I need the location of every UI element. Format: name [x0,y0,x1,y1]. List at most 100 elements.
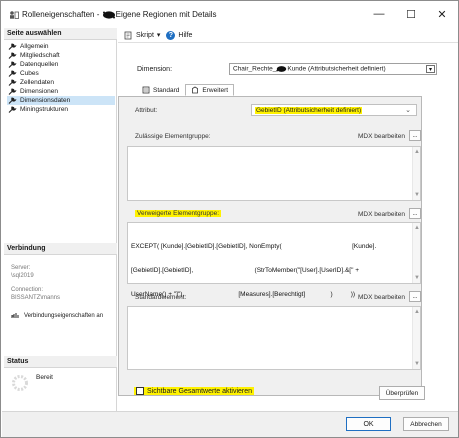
redaction-mark [102,11,115,19]
close-icon: ✕ [437,8,447,21]
connection-header: Verbindung [4,243,117,255]
help-button[interactable]: ? Hilfe [166,30,192,40]
wrench-icon [8,97,17,104]
role-icon [10,11,19,19]
script-label: Skript [136,31,154,39]
page-item-mitgliedschaft[interactable]: Mitgliedschaft [7,51,115,60]
tab-advanced[interactable]: Erweitert [185,84,235,96]
toolbar: Skript ▾ ? Hilfe [118,28,458,43]
help-icon: ? [166,30,176,40]
minimize-icon: — [373,8,385,20]
allowed-scrollbar[interactable]: ▲ ▼ [412,147,420,200]
scroll-up-icon[interactable]: ▲ [413,149,421,155]
script-button[interactable]: Skript ▾ [124,31,160,40]
page-item-label: Datenquellen [20,61,59,68]
check-button[interactable]: Überprüfen [379,386,425,400]
page-item-miningstrukturen[interactable]: Miningstrukturen [7,105,115,114]
left-pane: Seite auswählen Allgemein Mitgliedschaft D… [4,28,117,411]
tab-strip: Standard Erweitert [136,84,235,96]
dialog-footer: OK Abbrechen [2,411,458,437]
pages-header: Seite auswählen [4,28,117,40]
wrench-icon [8,106,17,113]
page-item-cubes[interactable]: Cubes [7,69,115,78]
dimension-dropdown-icon[interactable]: ▾ [426,65,435,73]
visual-totals-option[interactable]: Sichtbare Gesamtwerte aktivieren [134,387,255,395]
allowed-mdx-edit-link[interactable]: MDX bearbeiten [358,133,405,140]
attribute-dropdown-icon: ⌄ [405,107,411,114]
page-item-label: Dimensionen [20,88,58,95]
page-item-zellendaten[interactable]: Zellendaten [7,78,115,87]
page-item-dimensionen[interactable]: Dimensionen [7,87,115,96]
scroll-up-icon[interactable]: ▲ [413,309,421,315]
connection-info: Connection: BISSANTZ\manns [11,286,60,302]
denied-mdx-edit-link[interactable]: MDX bearbeiten [358,211,405,218]
dimension-value-suffix: Kunde (Attributsicherheit definiert) [287,65,386,73]
default-mdx-edit-link[interactable]: MDX bearbeiten [358,294,405,301]
wrench-icon [8,61,17,68]
page-list: Allgemein Mitgliedschaft Datenquellen Cubes… [7,42,115,114]
page-item-label: Allgemein [20,43,49,50]
scroll-down-icon[interactable]: ▼ [413,192,421,198]
advanced-tab-icon [192,86,199,94]
default-scrollbar[interactable]: ▲ ▼ [412,307,420,369]
scroll-up-icon[interactable]: ▲ [413,225,421,231]
denied-scrollbar[interactable]: ▲ ▼ [412,223,420,283]
minimize-button[interactable]: — [364,5,394,23]
title-bar[interactable]: Rolleneigenschaften - Eigene Regionen mi… [1,1,458,28]
allowed-browse-button[interactable]: ... [409,130,421,141]
page-item-label: Mitgliedschaft [20,52,60,59]
allowed-set-editor[interactable]: ▲ ▼ [127,146,421,201]
close-button[interactable]: ✕ [427,5,457,23]
visual-totals-checkbox[interactable] [136,387,144,395]
right-pane: Skript ▾ ? Hilfe Dimension: Chair_Rechte… [118,28,458,411]
progress-ring-icon [12,375,28,391]
default-member-editor[interactable]: ▲ ▼ [127,306,421,370]
window-title: Rolleneigenschaften - Eigene Regionen mi… [22,10,217,19]
page-item-allgemein[interactable]: Allgemein [7,42,115,51]
code-line: EXCEPT( [Kunde].[GebietID].[GebietID], N… [131,243,377,250]
cancel-button[interactable]: Abbrechen [403,417,449,431]
advanced-tab-panel: Attribut: GebietID (Attributsicherheit d… [118,96,425,400]
page-item-label: Zellendaten [20,79,54,86]
window-title-prefix: Rolleneigenschaften - [22,10,102,19]
wrench-icon [8,43,17,50]
page-item-dimensionsdaten[interactable]: Dimensionsdaten [7,96,115,105]
denied-set-label: Verweigerte Elementgruppe: [135,210,222,217]
scroll-down-icon[interactable]: ▼ [413,361,421,367]
connection-properties-icon [11,313,19,318]
status-header: Status [4,356,117,368]
page-item-label: Cubes [20,70,39,77]
wrench-icon [8,52,17,59]
status-value: Bereit [36,374,53,381]
tab-advanced-label: Erweitert [202,86,229,94]
attribute-select[interactable]: GebietID (Attributsicherheit definiert) … [251,104,417,116]
redaction-mark [276,66,287,72]
scroll-down-icon[interactable]: ▼ [413,275,421,281]
denied-set-editor[interactable]: EXCEPT( [Kunde].[GebietID].[GebietID], N… [127,222,421,298]
dimension-select[interactable]: Chair_Rechte_ Kunde (Attributsicherheit d… [229,63,437,75]
script-caret-icon: ▾ [156,32,161,39]
dimension-label: Dimension: [137,66,173,73]
maximize-button[interactable]: ☐ [396,5,426,23]
default-browse-button[interactable]: ... [409,291,421,302]
page-item-label: Dimensionsdaten [20,97,71,104]
denied-browse-button[interactable]: ... [409,208,421,219]
dimension-value-prefix: Chair_Rechte_ [233,65,277,73]
role-properties-dialog: Rolleneigenschaften - Eigene Regionen mi… [0,0,459,438]
window-title-suffix: Eigene Regionen mit Details [115,10,217,19]
connection-properties-link[interactable]: Verbindungseigenschaften an [11,312,103,319]
default-member-label: Standardelement: [135,294,187,301]
tab-standard[interactable]: Standard [136,84,185,96]
denied-mdx-code[interactable]: EXCEPT( [Kunde].[GebietID].[GebietID], N… [131,227,409,315]
connection-value: BISSANTZ\manns [11,295,61,301]
maximize-icon: ☐ [406,8,416,21]
wrench-icon [8,88,17,95]
page-item-label: Miningstrukturen [20,106,69,113]
page-item-datenquellen[interactable]: Datenquellen [7,60,115,69]
script-icon [124,31,132,39]
denied-set-label-text: Verweigerte Elementgruppe: [135,210,222,217]
server-label: Server: [11,265,31,271]
ok-button[interactable]: OK [346,417,391,431]
wrench-icon [8,79,17,86]
allowed-set-label: Zulässige Elementgruppe: [135,133,211,140]
